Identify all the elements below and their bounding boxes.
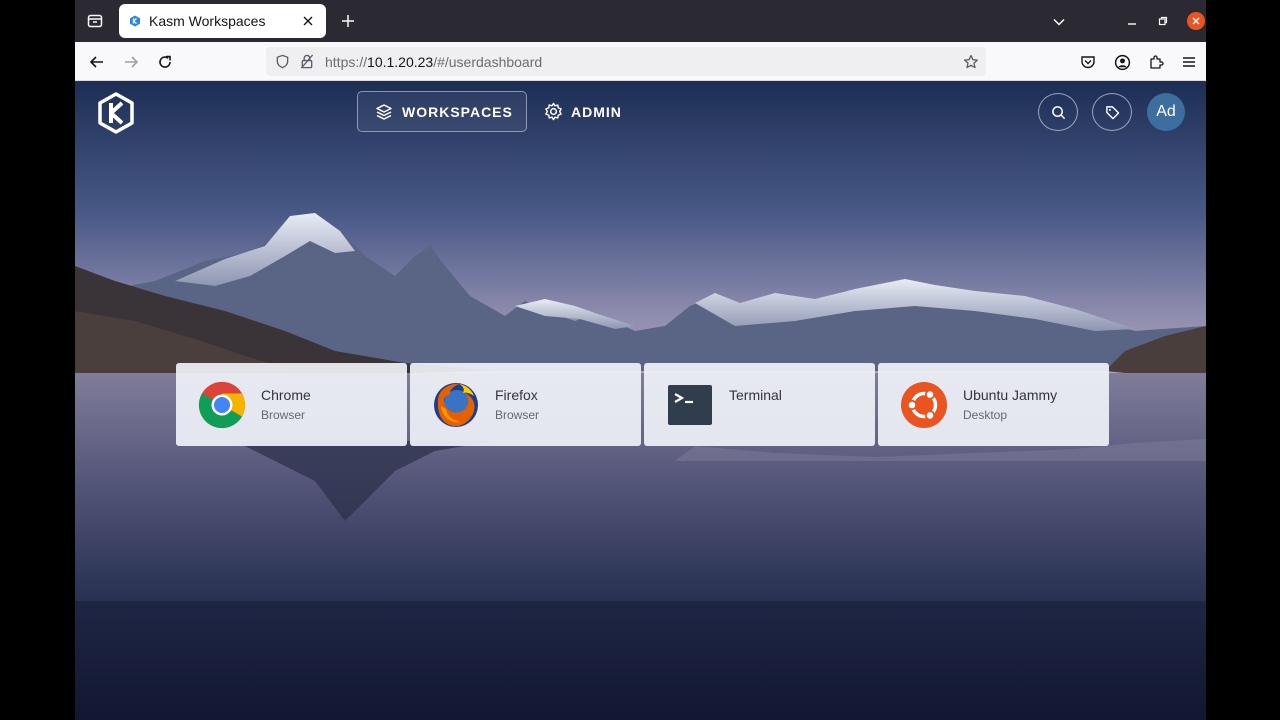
terminal-icon <box>668 385 712 425</box>
pocket-icon <box>1081 56 1095 69</box>
url-path: /#/userdashboard <box>433 53 543 70</box>
puzzle-icon <box>1150 55 1164 69</box>
site-info-button[interactable] <box>299 54 315 70</box>
arrow-left-icon <box>89 56 103 68</box>
close-window-button[interactable] <box>1187 12 1205 30</box>
admin-nav-label: ADMIN <box>571 103 622 120</box>
navigation-toolbar: https://10.1.20.23/#/userdashboard <box>75 42 1206 81</box>
close-icon <box>1192 17 1200 25</box>
url-host: 10.1.20.23 <box>367 53 434 70</box>
kasm-favicon-icon <box>130 15 140 27</box>
tab-title: Kasm Workspaces <box>149 13 266 29</box>
admin-nav-button[interactable]: ADMIN <box>541 91 622 132</box>
account-button[interactable] <box>1112 52 1132 72</box>
reload-icon <box>159 55 171 68</box>
workspace-name: Firefox <box>495 387 538 403</box>
address-bar[interactable]: https://10.1.20.23/#/userdashboard <box>266 47 986 76</box>
letterbox-left <box>0 0 75 720</box>
workspace-card-terminal[interactable]: Terminal <box>644 363 875 446</box>
hamburger-menu-icon <box>1183 57 1195 67</box>
workspace-name: Terminal <box>729 387 782 403</box>
star-icon <box>963 54 978 68</box>
plus-icon <box>342 15 354 27</box>
chevron-down-icon <box>1053 18 1065 26</box>
extensions-button[interactable] <box>1146 52 1166 72</box>
ubuntu-icon <box>901 382 947 428</box>
bookmark-button[interactable] <box>962 53 979 70</box>
workspace-name: Ubuntu Jammy <box>963 387 1058 403</box>
url-prefix: https:// <box>325 53 368 70</box>
user-avatar-button[interactable]: Ad <box>1147 93 1185 131</box>
browser-window: Kasm Workspaces https://10.1.20.23/#/use… <box>75 0 1206 720</box>
kasm-dashboard: WORKSPACES ADMIN Ad Chrome Browser Firef… <box>75 81 1206 720</box>
workspace-category: Desktop <box>963 408 1008 422</box>
restore-button[interactable] <box>1155 13 1171 29</box>
firefox-view-icon <box>87 14 103 28</box>
workspaces-nav-button[interactable]: WORKSPACES <box>357 91 527 132</box>
account-icon <box>1114 54 1130 70</box>
tag-icon <box>1105 105 1119 119</box>
search-icon <box>1051 105 1065 119</box>
minimize-icon <box>1128 23 1136 25</box>
pocket-button[interactable] <box>1078 52 1098 72</box>
url-text[interactable]: https://10.1.20.23/#/userdashboard <box>325 54 542 70</box>
workspaces-nav-label: WORKSPACES <box>402 103 513 120</box>
back-button[interactable] <box>85 50 109 74</box>
firefox-icon <box>434 383 478 427</box>
letterbox-right <box>1206 0 1280 720</box>
search-button[interactable] <box>1038 93 1078 131</box>
kasm-logo-icon[interactable] <box>97 92 135 134</box>
reload-button[interactable] <box>153 50 177 74</box>
tab-close-button[interactable] <box>298 11 318 31</box>
chrome-icon <box>198 381 246 429</box>
shield-icon <box>276 54 288 69</box>
list-all-tabs-button[interactable] <box>1049 12 1069 32</box>
layers-icon <box>374 102 394 122</box>
arrow-right-icon <box>125 56 139 68</box>
new-tab-button[interactable] <box>337 10 359 32</box>
close-icon <box>303 16 313 26</box>
workspace-name: Chrome <box>261 387 311 403</box>
workspace-card-chrome[interactable]: Chrome Browser <box>176 363 407 446</box>
workspace-category: Browser <box>495 408 540 422</box>
lock-warning-icon <box>300 54 314 69</box>
minimize-button[interactable] <box>1124 13 1140 29</box>
tracking-protection-button[interactable] <box>274 54 290 70</box>
tags-button[interactable] <box>1092 93 1132 131</box>
workspace-category: Browser <box>261 408 306 422</box>
app-menu-button[interactable] <box>1179 52 1199 72</box>
tab-strip: Kasm Workspaces <box>75 0 1206 42</box>
gear-icon <box>543 102 563 122</box>
restore-icon <box>1158 16 1168 26</box>
workspace-card-ubuntu-jammy[interactable]: Ubuntu Jammy Desktop <box>878 363 1109 446</box>
firefox-view-button[interactable] <box>83 9 107 33</box>
active-tab[interactable]: Kasm Workspaces <box>119 4 326 38</box>
workspace-card-firefox[interactable]: Firefox Browser <box>410 363 641 446</box>
forward-button[interactable] <box>119 50 143 74</box>
